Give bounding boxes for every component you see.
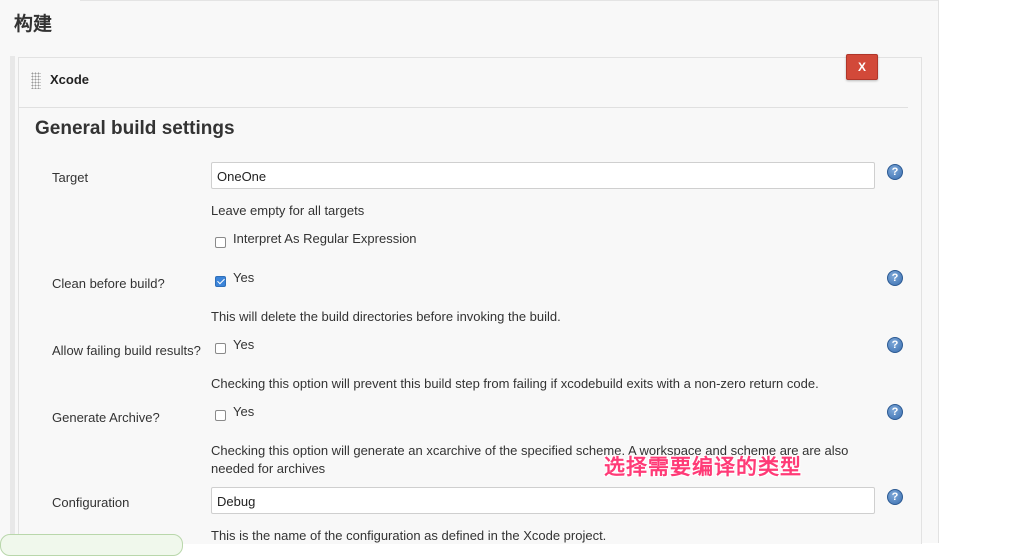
allow-failing-hint: Checking this option will prevent this b… xyxy=(211,376,819,391)
annotation-overlay: 选择需要编译的类型 xyxy=(604,455,802,479)
target-input[interactable]: OneOne xyxy=(211,162,875,189)
archive-label: Generate Archive? xyxy=(52,410,160,425)
configuration-help-icon[interactable]: ? xyxy=(887,489,903,505)
notification-bubble xyxy=(0,534,183,556)
archive-help-icon[interactable]: ? xyxy=(887,404,903,420)
step-name: Xcode xyxy=(50,72,90,87)
clean-option-label: Yes xyxy=(233,270,255,285)
target-hint: Leave empty for all targets xyxy=(211,203,365,218)
configuration-input[interactable]: Debug xyxy=(211,487,875,514)
drag-handle-icon[interactable] xyxy=(31,72,41,89)
top-divider xyxy=(80,0,938,1)
clean-checkbox[interactable] xyxy=(215,276,226,287)
configuration-hint: This is the name of the configuration as… xyxy=(211,528,607,543)
regex-label: Interpret As Regular Expression xyxy=(233,231,417,246)
regex-checkbox[interactable] xyxy=(215,237,226,248)
allow-failing-help-icon[interactable]: ? xyxy=(887,337,903,353)
configuration-label: Configuration xyxy=(52,495,130,510)
step-divider xyxy=(19,107,908,108)
allow-failing-label: Allow failing build results? xyxy=(52,343,201,358)
allow-failing-checkbox[interactable] xyxy=(215,343,226,354)
clean-hint: This will delete the build directories b… xyxy=(211,309,561,324)
target-label: Target xyxy=(52,170,89,185)
allow-failing-option-label: Yes xyxy=(233,337,255,352)
clean-label: Clean before build? xyxy=(52,276,165,291)
archive-checkbox[interactable] xyxy=(215,410,226,421)
nesting-bar xyxy=(10,56,15,543)
clean-help-icon[interactable]: ? xyxy=(887,270,903,286)
archive-hint-line2: needed for archives xyxy=(211,461,326,476)
archive-option-label: Yes xyxy=(233,404,255,419)
target-help-icon[interactable]: ? xyxy=(887,164,903,180)
settings-heading: General build settings xyxy=(35,118,235,139)
section-title: 构建 xyxy=(14,13,53,35)
delete-step-button[interactable]: X xyxy=(846,54,878,80)
